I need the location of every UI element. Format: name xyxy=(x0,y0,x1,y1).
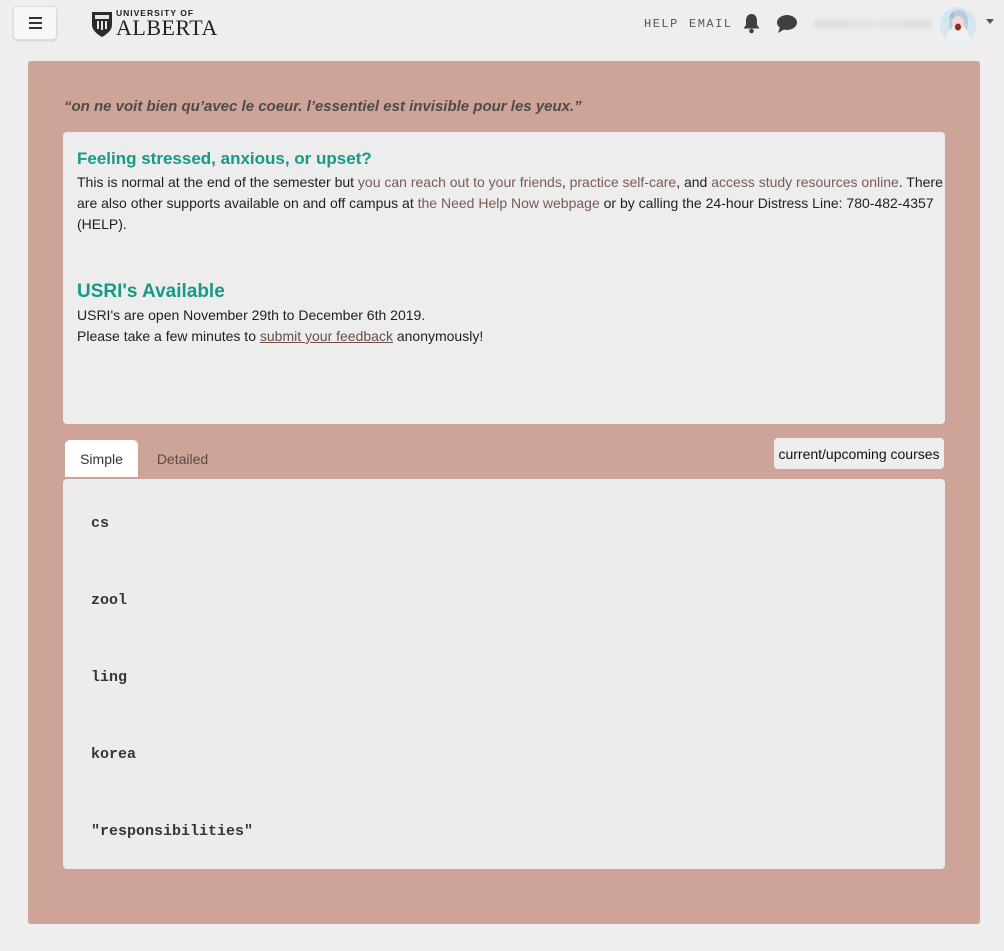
user-email-redacted[interactable] xyxy=(814,19,932,29)
logo-alberta: ALBERTA xyxy=(116,14,218,40)
avatar[interactable] xyxy=(940,7,976,43)
stress-paragraph: This is normal at the end of the semeste… xyxy=(77,172,945,235)
list-item[interactable]: "responsibilities" xyxy=(91,823,253,840)
need-help-now-link[interactable]: the Need Help Now webpage xyxy=(418,195,600,211)
friends-link[interactable]: you can reach out to your friends xyxy=(358,174,562,190)
announcement-card: Feeling stressed, anxious, or upset? Thi… xyxy=(63,132,945,424)
stress-text-1: This is normal at the end of the semeste… xyxy=(77,174,358,190)
list-item[interactable]: korea xyxy=(91,746,136,763)
list-item[interactable]: zool xyxy=(91,592,127,609)
bell-icon[interactable] xyxy=(742,13,761,34)
hamburger-icon-line xyxy=(28,27,42,29)
tab-simple[interactable]: Simple xyxy=(65,440,138,477)
stress-heading: Feeling stressed, anxious, or upset? xyxy=(77,149,372,168)
stress-text-3: , and xyxy=(676,174,712,190)
usri-heading: USRI's Available xyxy=(77,281,225,302)
current-upcoming-courses-button[interactable]: current/upcoming courses xyxy=(774,438,944,469)
submit-feedback-link[interactable]: submit your feedback xyxy=(260,328,393,344)
stress-text-2: , xyxy=(561,174,570,190)
self-care-link[interactable]: practice self-care xyxy=(570,174,677,190)
tab-detailed[interactable]: Detailed xyxy=(146,440,219,477)
usri-line-1: USRI's are open November 29th to Decembe… xyxy=(77,307,426,323)
study-resources-link[interactable]: access study resources online xyxy=(711,174,899,190)
usri-line-2-post: anonymously! xyxy=(392,328,484,344)
main-panel: “on ne voit bien qu’avec le coeur. l’ess… xyxy=(28,61,980,924)
hamburger-icon-line xyxy=(28,22,42,24)
chat-bubble-icon[interactable] xyxy=(776,14,798,34)
usri-paragraph: USRI's are open November 29th to Decembe… xyxy=(77,305,945,347)
menu-button[interactable] xyxy=(13,6,57,40)
list-item[interactable]: cs xyxy=(91,515,109,532)
email-link[interactable]: EMAIL xyxy=(689,17,733,31)
hamburger-icon xyxy=(28,17,42,19)
avatar-image xyxy=(940,7,976,43)
crest-icon xyxy=(92,12,112,37)
list-item[interactable]: ling xyxy=(91,669,127,686)
caret-down-icon[interactable] xyxy=(986,19,994,24)
help-link[interactable]: HELP xyxy=(644,17,679,31)
quote-text: “on ne voit bien qu’avec le coeur. l’ess… xyxy=(64,98,582,115)
usri-line-2-pre: Please take a few minutes to xyxy=(77,328,260,344)
courses-list: cs zool ling korea "responsibilities" xyxy=(63,479,945,869)
university-logo[interactable]: UNIVERSITY OF ALBERTA xyxy=(91,9,218,39)
